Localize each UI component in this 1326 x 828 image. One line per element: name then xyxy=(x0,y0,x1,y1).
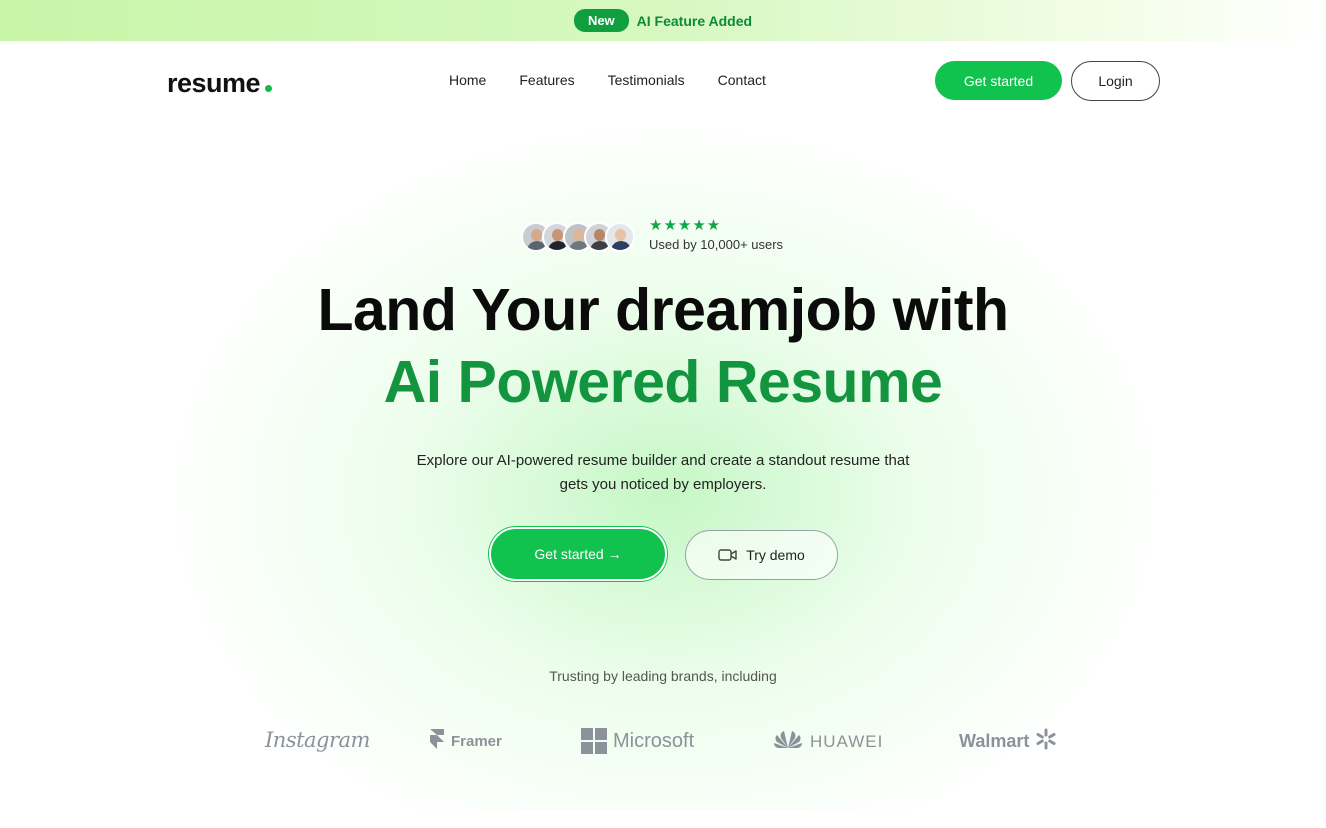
new-badge: New xyxy=(573,9,629,32)
main-nav: Home Features Testimonials Contact xyxy=(449,72,766,88)
microsoft-wordmark: Microsoft xyxy=(613,729,695,752)
hero-subtext: Explore our AI-powered resume builder an… xyxy=(416,452,910,493)
logo[interactable]: resume xyxy=(167,68,273,99)
framer-logo: Framer xyxy=(429,728,502,754)
brand-logos: Instagram Framer Microsoft HUAWEI Walmar… xyxy=(0,722,1326,762)
walmart-logo: Walmart xyxy=(959,728,1057,755)
nav-testimonials[interactable]: Testimonials xyxy=(608,72,685,88)
framer-icon xyxy=(429,728,445,754)
try-demo-button[interactable]: Try demo xyxy=(685,530,838,580)
star-rating-icon: ★★★★★ xyxy=(649,217,722,234)
avatar xyxy=(605,222,635,252)
hero-get-started-button[interactable]: Get started → xyxy=(489,527,667,581)
walmart-wordmark: Walmart xyxy=(959,731,1030,751)
announcement-bar[interactable]: New AI Feature Added xyxy=(0,0,1326,41)
nav-features[interactable]: Features xyxy=(519,72,574,88)
hero-headline: Land Your dreamjob with xyxy=(317,277,1009,343)
huawei-logo: HUAWEI xyxy=(772,728,883,755)
nav-contact[interactable]: Contact xyxy=(718,72,766,88)
announcement-text[interactable]: AI Feature Added xyxy=(637,13,752,29)
header-get-started-button[interactable]: Get started xyxy=(935,61,1062,100)
huawei-wordmark: HUAWEI xyxy=(810,731,884,751)
try-demo-label: Try demo xyxy=(746,547,805,563)
site-header: resume Home Features Testimonials Contac… xyxy=(0,41,1326,121)
instagram-wordmark: Instagram xyxy=(265,728,370,752)
login-button[interactable]: Login xyxy=(1071,61,1160,101)
user-rating: ★★★★★ Used by 10,000+ users xyxy=(649,217,784,253)
nav-home[interactable]: Home xyxy=(449,72,486,88)
used-by-text: Used by 10,000+ users xyxy=(649,237,784,252)
brands-intro: Trusting by leading brands, including xyxy=(549,668,777,684)
logo-text: resume xyxy=(167,68,261,98)
framer-wordmark: Framer xyxy=(451,732,502,750)
video-camera-icon xyxy=(718,548,738,562)
user-avatars xyxy=(521,222,635,252)
logo-dot xyxy=(265,85,273,92)
hero-headline-highlight: Ai Powered Resume xyxy=(383,349,943,415)
instagram-logo: Instagram xyxy=(265,728,370,752)
walmart-spark-icon xyxy=(1035,728,1057,755)
microsoft-icon xyxy=(581,728,607,754)
huawei-icon xyxy=(772,728,804,755)
microsoft-logo: Microsoft xyxy=(581,728,694,754)
